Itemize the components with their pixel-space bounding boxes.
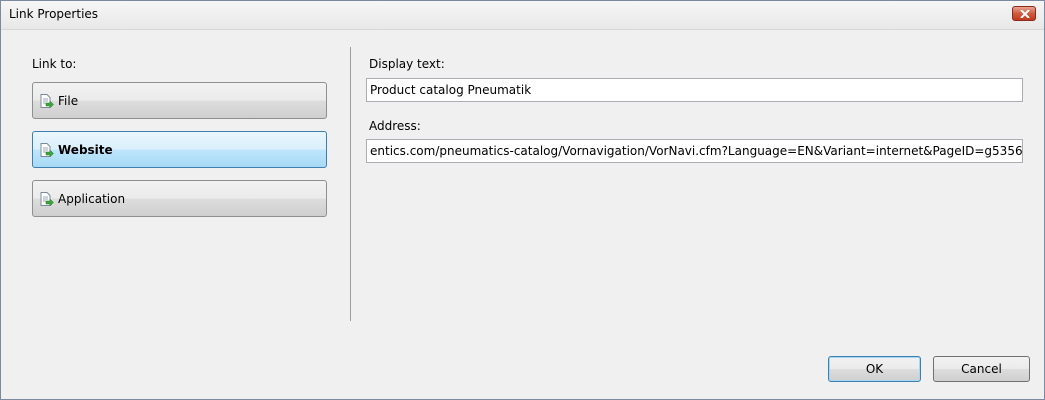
link-type-website-button[interactable]: Website: [32, 131, 327, 168]
display-text-input[interactable]: Product catalog Pneumatik: [366, 78, 1023, 102]
ok-button[interactable]: OK: [828, 356, 921, 382]
address-input[interactable]: entics.com/pneumatics-catalog/Vornavigat…: [366, 139, 1023, 163]
link-properties-dialog: Link Properties Link to: File Website Ap…: [0, 0, 1045, 400]
link-type-website-label: Website: [58, 143, 113, 157]
close-button[interactable]: [1012, 6, 1036, 21]
display-text-label: Display text:: [369, 57, 445, 71]
address-label: Address:: [369, 119, 421, 133]
window-title: Link Properties: [9, 7, 99, 21]
link-to-label: Link to:: [32, 57, 77, 71]
cancel-button[interactable]: Cancel: [933, 356, 1030, 382]
close-icon: [1020, 10, 1030, 18]
link-document-icon: [40, 94, 54, 108]
link-type-application-button[interactable]: Application: [32, 180, 327, 217]
link-document-icon: [40, 192, 54, 206]
panel-divider: [350, 47, 351, 321]
title-bar: Link Properties: [1, 1, 1044, 30]
link-type-application-label: Application: [58, 192, 126, 206]
link-type-file-label: File: [58, 94, 79, 108]
link-document-icon: [40, 143, 54, 157]
link-type-file-button[interactable]: File: [32, 82, 327, 119]
